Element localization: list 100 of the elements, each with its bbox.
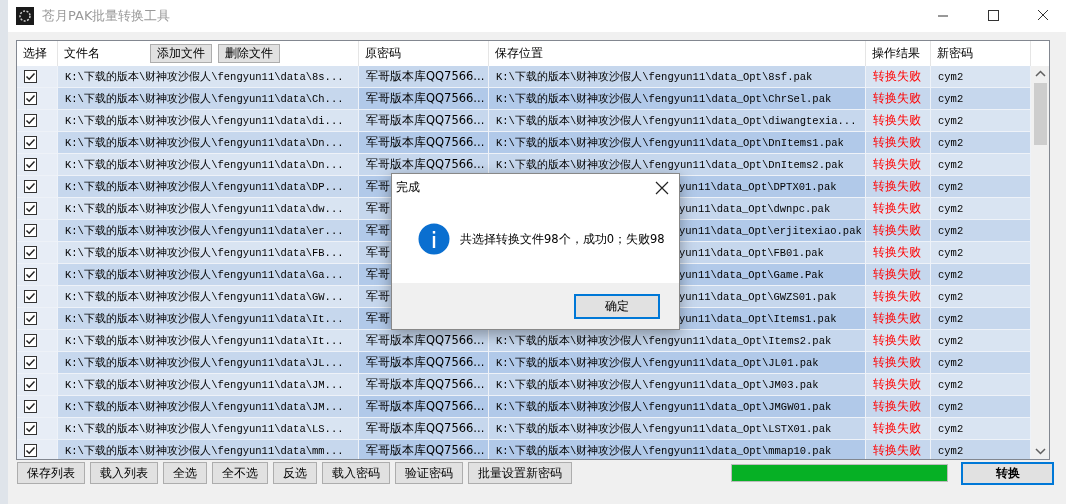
- table-cell: 转换失败: [866, 132, 931, 154]
- checkbox[interactable]: [24, 246, 37, 259]
- table-cell: K:\下载的版本\财神攻沙假人\fengyun11\data\8s...: [58, 66, 359, 88]
- table-cell: 转换失败: [866, 330, 931, 352]
- window-title: 苍月PAK批量转换工具: [42, 7, 172, 25]
- table-cell: cym2: [931, 396, 1031, 418]
- table-cell: 军哥版本库QQ7566...: [359, 352, 489, 374]
- close-icon[interactable]: [655, 180, 669, 195]
- table-cell: K:\下载的版本\财神攻沙假人\fengyun11\data_Opt\DnItems1.pak: [489, 132, 866, 154]
- checkbox[interactable]: [24, 444, 37, 457]
- app-icon: [16, 7, 34, 25]
- table-cell: 军哥版本库QQ7566...: [359, 330, 489, 352]
- table-cell: K:\下载的版本\财神攻沙假人\fengyun11\data\mm...: [58, 440, 359, 459]
- dialog-title: 完成: [396, 179, 420, 196]
- table-cell: cym2: [931, 176, 1031, 198]
- table-cell: cym2: [931, 418, 1031, 440]
- table-cell: cym2: [931, 198, 1031, 220]
- table-cell: K:\下载的版本\财神攻沙假人\fengyun11\data\JL...: [58, 352, 359, 374]
- table-cell: cym2: [931, 88, 1031, 110]
- scroll-up-icon[interactable]: [1035, 70, 1046, 78]
- checkbox[interactable]: [24, 136, 37, 149]
- checkbox[interactable]: [24, 158, 37, 171]
- table-cell: 军哥版本库QQ7566...: [359, 132, 489, 154]
- toolbar-button[interactable]: 载入列表: [90, 462, 158, 484]
- add-file-button[interactable]: 添加文件: [150, 44, 212, 63]
- table-cell: 转换失败: [866, 88, 931, 110]
- table-cell: cym2: [931, 330, 1031, 352]
- checkbox[interactable]: [24, 268, 37, 281]
- checkbox[interactable]: [24, 180, 37, 193]
- checkbox[interactable]: [24, 312, 37, 325]
- table-cell: cym2: [931, 264, 1031, 286]
- table-cell: K:\下载的版本\财神攻沙假人\fengyun11\data\Ch...: [58, 88, 359, 110]
- table-cell: cym2: [931, 154, 1031, 176]
- table-cell: 军哥版本库QQ7566...: [359, 396, 489, 418]
- table-cell: cym2: [931, 308, 1031, 330]
- table-cell: K:\下载的版本\财神攻沙假人\fengyun11\data\er...: [58, 220, 359, 242]
- toolbar-button[interactable]: 全选: [163, 462, 207, 484]
- table-cell: K:\下载的版本\财神攻沙假人\fengyun11\data_Opt\diwangtexia...: [489, 110, 866, 132]
- table-cell: 军哥版本库QQ7566...: [359, 66, 489, 88]
- table-cell: 转换失败: [866, 66, 931, 88]
- table-cell: K:\下载的版本\财神攻沙假人\fengyun11\data\DP...: [58, 176, 359, 198]
- table-cell: 军哥版本库QQ7566...: [359, 110, 489, 132]
- checkbox[interactable]: [24, 334, 37, 347]
- table-cell: 转换失败: [866, 154, 931, 176]
- table-cell: K:\下载的版本\财神攻沙假人\fengyun11\data_Opt\Items2.pak: [489, 330, 866, 352]
- scrollbar-thumb[interactable]: [1034, 83, 1047, 145]
- table-cell: K:\下载的版本\财神攻沙假人\fengyun11\data_Opt\JM03.pak: [489, 374, 866, 396]
- table-cell: K:\下载的版本\财神攻沙假人\fengyun11\data_Opt\JL01.pak: [489, 352, 866, 374]
- table-cell: cym2: [931, 66, 1031, 88]
- checkbox[interactable]: [24, 356, 37, 369]
- table-cell: 转换失败: [866, 220, 931, 242]
- table-cell: K:\下载的版本\财神攻沙假人\fengyun11\data_Opt\JMGW01.pak: [489, 396, 866, 418]
- table-cell: 转换失败: [866, 242, 931, 264]
- checkbox[interactable]: [24, 70, 37, 83]
- checkbox[interactable]: [24, 422, 37, 435]
- checkbox[interactable]: [24, 290, 37, 303]
- checkbox[interactable]: [24, 202, 37, 215]
- table-cell: K:\下载的版本\财神攻沙假人\fengyun11\data\dw...: [58, 198, 359, 220]
- checkbox[interactable]: [24, 92, 37, 105]
- table-cell: 转换失败: [866, 440, 931, 459]
- table-cell: 转换失败: [866, 286, 931, 308]
- table-cell: K:\下载的版本\财神攻沙假人\fengyun11\data_Opt\DnItems2.pak: [489, 154, 866, 176]
- table-cell: 转换失败: [866, 396, 931, 418]
- scrollbar[interactable]: [1031, 66, 1049, 459]
- toolbar-button[interactable]: 验证密码: [395, 462, 463, 484]
- toolbar-button[interactable]: 反选: [273, 462, 317, 484]
- scroll-down-icon[interactable]: [1035, 447, 1046, 455]
- table-cell: 军哥版本库QQ7566...: [359, 154, 489, 176]
- checkbox[interactable]: [24, 378, 37, 391]
- table-cell: K:\下载的版本\财神攻沙假人\fengyun11\data\It...: [58, 330, 359, 352]
- table-cell: cym2: [931, 440, 1031, 459]
- toolbar-button[interactable]: 载入密码: [322, 462, 390, 484]
- table-cell: 军哥版本库QQ7566...: [359, 374, 489, 396]
- checkbox[interactable]: [24, 224, 37, 237]
- table-cell: 军哥版本库QQ7566...: [359, 418, 489, 440]
- table-cell: cym2: [931, 110, 1031, 132]
- checkbox[interactable]: [24, 400, 37, 413]
- delete-file-button[interactable]: 删除文件: [218, 44, 280, 63]
- table-cell: cym2: [931, 220, 1031, 242]
- table-cell: K:\下载的版本\财神攻沙假人\fengyun11\data\Dn...: [58, 154, 359, 176]
- checkbox[interactable]: [24, 114, 37, 127]
- toolbar-button[interactable]: 保存列表: [17, 462, 85, 484]
- table-cell: K:\下载的版本\财神攻沙假人\fengyun11\data_Opt\8sf.pak: [489, 66, 866, 88]
- table-cell: cym2: [931, 374, 1031, 396]
- convert-button[interactable]: 转换: [961, 461, 1054, 485]
- table-cell: cym2: [931, 286, 1031, 308]
- toolbar-button[interactable]: 批量设置新密码: [468, 462, 572, 484]
- ok-button[interactable]: 确定: [574, 293, 660, 319]
- toolbar-button[interactable]: 全不选: [212, 462, 268, 484]
- table-cell: 转换失败: [866, 264, 931, 286]
- table-cell: K:\下载的版本\财神攻沙假人\fengyun11\data_Opt\LSTX01.pak: [489, 418, 866, 440]
- table-cell: K:\下载的版本\财神攻沙假人\fengyun11\data\JM...: [58, 396, 359, 418]
- table-cell: K:\下载的版本\财神攻沙假人\fengyun11\data_Opt\ChrSel.pak: [489, 88, 866, 110]
- table-cell: 转换失败: [866, 374, 931, 396]
- info-icon: [418, 223, 450, 255]
- table-cell: K:\下载的版本\财神攻沙假人\fengyun11\data\Ga...: [58, 264, 359, 286]
- table-cell: 转换失败: [866, 198, 931, 220]
- table-cell: cym2: [931, 132, 1031, 154]
- table-cell: cym2: [931, 352, 1031, 374]
- table-cell: 军哥版本库QQ7566...: [359, 88, 489, 110]
